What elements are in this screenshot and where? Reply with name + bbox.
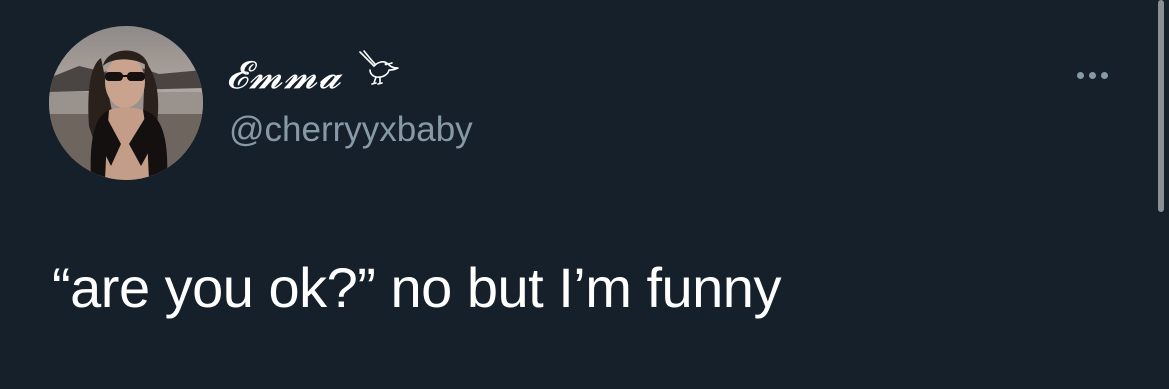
tweet-text: “are you ok?” no but I’m funny bbox=[52, 256, 781, 319]
tweet-card: 𝓔𝓶𝓶𝓪 @cherryyxbaby “are you ok?” no but … bbox=[0, 0, 1169, 389]
scrollbar-thumb[interactable] bbox=[1158, 0, 1164, 212]
bird-icon bbox=[356, 48, 402, 88]
avatar[interactable] bbox=[49, 26, 203, 180]
user-handle[interactable]: @cherryyxbaby bbox=[229, 110, 473, 150]
scrollbar[interactable] bbox=[1155, 0, 1169, 389]
more-options-icon bbox=[1088, 71, 1096, 79]
more-options-icon bbox=[1076, 71, 1084, 79]
more-options-icon bbox=[1100, 71, 1108, 79]
display-name[interactable]: 𝓔𝓶𝓶𝓪 bbox=[226, 50, 402, 100]
more-options-button[interactable] bbox=[1070, 62, 1114, 88]
avatar-photo bbox=[49, 26, 203, 180]
display-name-text[interactable]: 𝓔𝓶𝓶𝓪 bbox=[226, 53, 342, 98]
